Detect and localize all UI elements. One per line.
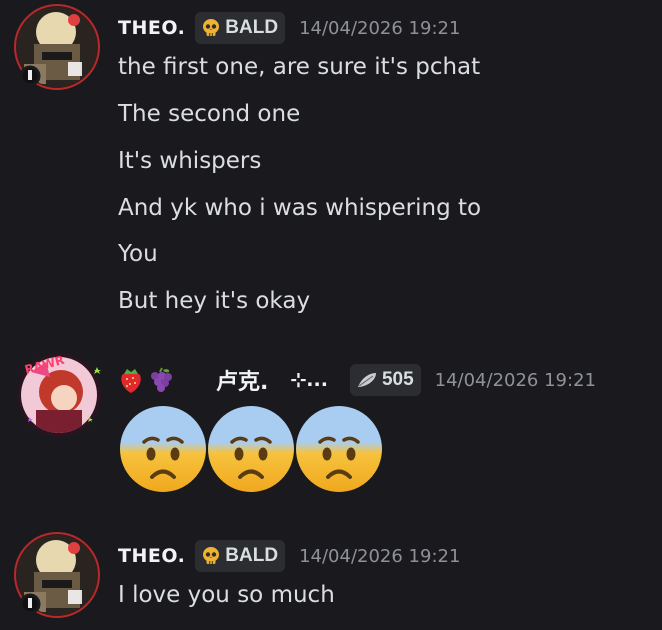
- guild-tag[interactable]: BALD: [195, 540, 286, 572]
- avatar-theo[interactable]: [14, 532, 100, 618]
- grapes-icon: [148, 366, 174, 394]
- username-suffix: ⊹...: [290, 369, 328, 391]
- username[interactable]: THEO.: [118, 17, 185, 39]
- username[interactable]: 卢克.: [216, 364, 268, 396]
- anxious-face-with-sweat-icon[interactable]: [118, 404, 208, 498]
- username[interactable]: THEO.: [118, 545, 185, 567]
- strawberry-icon: [118, 366, 144, 394]
- avatar-image: [14, 532, 100, 618]
- avatar-image: RAWR: [17, 353, 101, 437]
- anxious-face-with-sweat-icon[interactable]: [206, 404, 296, 498]
- message-line: You: [118, 241, 158, 267]
- message-line: It's whispers: [118, 148, 262, 174]
- message-header: THEO. BALD 14/04/2026 19:21: [118, 12, 460, 44]
- skull-icon: [201, 18, 221, 38]
- guild-tag-label: BALD: [225, 17, 279, 38]
- avatar-luke[interactable]: RAWR: [16, 352, 101, 437]
- message-line: But hey it's okay: [118, 288, 311, 314]
- timestamp[interactable]: 14/04/2026 19:21: [299, 18, 460, 39]
- guild-tag[interactable]: 505: [349, 364, 421, 396]
- message-1: THEO. BALD 14/04/2026 19:21 the first on…: [0, 0, 662, 330]
- message-3: THEO. BALD 14/04/2026 19:21 I love you s…: [0, 520, 662, 630]
- message-line: And yk who i was whispering to: [118, 195, 482, 221]
- timestamp[interactable]: 14/04/2026 19:21: [299, 546, 460, 567]
- anxious-face-with-sweat-icon[interactable]: [294, 404, 384, 498]
- timestamp[interactable]: 14/04/2026 19:21: [435, 370, 596, 391]
- message-line: I love you so much: [118, 582, 335, 608]
- message-2: RAWR 卢克. ⊹... 505 14/04/2026 19:21: [0, 340, 662, 500]
- message-line: the first one, are sure it's pchat: [118, 54, 481, 80]
- avatar-theo[interactable]: [14, 4, 100, 90]
- message-header: 卢克. ⊹... 505 14/04/2026 19:21: [118, 364, 596, 396]
- message-header: THEO. BALD 14/04/2026 19:21: [118, 540, 460, 572]
- message-line: The second one: [118, 101, 301, 127]
- guild-tag-label: BALD: [225, 545, 279, 566]
- feather-icon: [356, 371, 378, 389]
- avatar-image: [14, 4, 100, 90]
- guild-tag[interactable]: BALD: [195, 12, 286, 44]
- guild-tag-label: 505: [381, 369, 414, 390]
- skull-icon: [201, 546, 221, 566]
